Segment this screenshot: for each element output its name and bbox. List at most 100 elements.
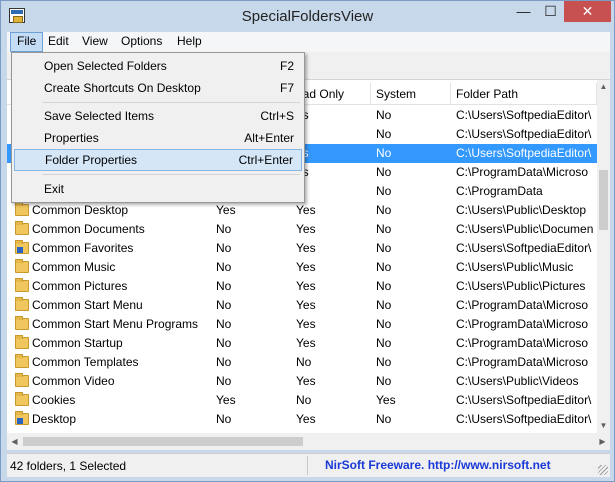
cell-c3: es bbox=[296, 163, 371, 182]
menu-help[interactable]: Help bbox=[171, 32, 208, 52]
vertical-scrollbar[interactable]: ▲ ▼ bbox=[597, 80, 610, 433]
cell-c4: No bbox=[376, 298, 392, 312]
cell-c4: No bbox=[376, 412, 392, 426]
cell-name: Common Startup bbox=[32, 336, 123, 350]
minimize-button[interactable]: — bbox=[510, 1, 537, 22]
table-row[interactable]: Common Start Menu Programs No Yes No C:\Prog… bbox=[7, 315, 597, 334]
cell-c4: No bbox=[376, 127, 392, 141]
scroll-left-icon[interactable]: ◀ bbox=[7, 433, 22, 450]
menu-item-shortcut: F2 bbox=[279, 59, 294, 73]
menu-folder-properties[interactable]: Folder Properties Ctrl+Enter bbox=[14, 149, 302, 171]
folder-icon bbox=[15, 316, 29, 330]
cell-c3: Yes bbox=[296, 317, 316, 331]
folder-icon bbox=[15, 411, 29, 425]
scroll-down-icon[interactable]: ▼ bbox=[597, 419, 610, 433]
menu-item-shortcut: Ctrl+Enter bbox=[238, 153, 293, 167]
column-header-system[interactable]: System bbox=[371, 83, 451, 105]
folder-icon bbox=[15, 392, 29, 406]
scroll-right-icon[interactable]: ▶ bbox=[595, 433, 610, 450]
table-row[interactable]: Cookies Yes No Yes C:\Users\SoftpediaEditor\ bbox=[7, 391, 597, 410]
cell-name: Cookies bbox=[32, 393, 76, 407]
status-divider bbox=[307, 456, 308, 475]
cell-path: C:\ProgramData\Microso bbox=[456, 355, 589, 369]
horizontal-scrollbar[interactable]: ◀ ▶ bbox=[7, 433, 610, 450]
cell-c3: o bbox=[296, 125, 371, 144]
menu-options[interactable]: Options bbox=[115, 32, 168, 52]
cell-name: Desktop bbox=[32, 412, 77, 426]
table-row[interactable]: Common Documents No Yes No C:\Users\Public\D… bbox=[7, 220, 597, 239]
cell-name: Common Pictures bbox=[32, 279, 128, 293]
cell-path: C:\Users\SoftpediaEditor\ bbox=[456, 393, 592, 407]
cell-path: C:\Users\Public\Music bbox=[456, 260, 574, 274]
cell-path: C:\ProgramData bbox=[456, 184, 543, 198]
cell-c3: No bbox=[296, 393, 312, 407]
vertical-scroll-thumb[interactable] bbox=[599, 170, 608, 230]
title-bar[interactable]: SpecialFoldersView — ☐ ✕ bbox=[1, 1, 614, 31]
menu-create-shortcuts[interactable]: Create Shortcuts On Desktop F7 bbox=[14, 77, 302, 99]
cell-c2: Yes bbox=[216, 393, 236, 407]
cell-c2: No bbox=[216, 412, 232, 426]
table-row[interactable]: Common Startup No Yes No C:\ProgramData\Micr… bbox=[7, 334, 597, 353]
menu-properties[interactable]: Properties Alt+Enter bbox=[14, 127, 302, 149]
folder-icon bbox=[15, 373, 29, 387]
cell-c2: No bbox=[216, 260, 232, 274]
menu-bar: File Edit View Options Help bbox=[7, 32, 610, 52]
cell-path: C:\Users\SoftpediaEditor\ bbox=[456, 412, 592, 426]
close-button[interactable]: ✕ bbox=[564, 1, 611, 22]
table-row[interactable]: Common Favorites No Yes No C:\Users\Softpedi… bbox=[7, 239, 597, 258]
folder-icon bbox=[15, 297, 29, 311]
column-header-folder-path[interactable]: Folder Path bbox=[451, 83, 597, 105]
menu-open-selected-folders[interactable]: Open Selected Folders F2 bbox=[14, 55, 302, 77]
cell-c2: No bbox=[216, 298, 232, 312]
table-row[interactable]: Common Pictures No Yes No C:\Users\Public\Pi… bbox=[7, 277, 597, 296]
nirsoft-link[interactable]: NirSoft Freeware. http://www.nirsoft.net bbox=[325, 458, 551, 472]
cell-c3: Yes bbox=[296, 298, 316, 312]
menu-item-label: Exit bbox=[44, 182, 65, 196]
scroll-up-icon[interactable]: ▲ bbox=[597, 80, 610, 94]
table-row[interactable]: Desktop No Yes No C:\Users\SoftpediaEditor\ bbox=[7, 410, 597, 429]
menu-edit[interactable]: Edit bbox=[42, 32, 75, 52]
cell-c4: No bbox=[376, 336, 392, 350]
cell-name: Common Start Menu bbox=[32, 298, 143, 312]
cell-c3: Yes bbox=[296, 412, 316, 426]
status-bar: 42 folders, 1 Selected NirSoft Freeware.… bbox=[7, 453, 610, 477]
cell-path: C:\Users\SoftpediaEditor\ bbox=[456, 108, 592, 122]
table-row[interactable]: Common Music No Yes No C:\Users\Public\Music bbox=[7, 258, 597, 277]
menu-exit[interactable]: Exit bbox=[14, 178, 302, 200]
table-row[interactable]: Common Start Menu No Yes No C:\ProgramData\M… bbox=[7, 296, 597, 315]
maximize-button[interactable]: ☐ bbox=[537, 1, 564, 22]
file-menu-dropdown: Open Selected Folders F2 Create Shortcut… bbox=[11, 52, 305, 203]
cell-path: C:\Users\SoftpediaEditor\ bbox=[456, 146, 592, 160]
cell-name: Common Desktop bbox=[32, 203, 129, 217]
menu-save-selected-items[interactable]: Save Selected Items Ctrl+S bbox=[14, 105, 302, 127]
menu-item-shortcut: F7 bbox=[279, 81, 294, 95]
horizontal-scroll-thumb[interactable] bbox=[23, 437, 303, 446]
app-window: SpecialFoldersView — ☐ ✕ File Edit View … bbox=[0, 0, 615, 482]
resize-grip-icon[interactable] bbox=[598, 465, 608, 475]
menu-item-label: Save Selected Items bbox=[44, 109, 155, 123]
cell-path: C:\ProgramData\Microso bbox=[456, 165, 589, 179]
cell-c4: No bbox=[376, 146, 392, 160]
menu-item-label: Properties bbox=[44, 131, 99, 145]
cell-c3: Yes bbox=[296, 222, 316, 236]
table-row[interactable]: Common Desktop Yes Yes No C:\Users\Public\De… bbox=[7, 201, 597, 220]
cell-path: C:\ProgramData\Microso bbox=[456, 317, 589, 331]
table-row[interactable]: Common Video No Yes No C:\Users\Public\Video… bbox=[7, 372, 597, 391]
cell-c3: Yes bbox=[296, 241, 316, 255]
cell-c2: No bbox=[216, 336, 232, 350]
cell-c4: No bbox=[376, 203, 392, 217]
menu-view[interactable]: View bbox=[76, 32, 114, 52]
menu-item-label: Folder Properties bbox=[45, 153, 138, 167]
cell-c3: Yes bbox=[296, 336, 316, 350]
cell-c4: No bbox=[376, 279, 392, 293]
cell-c2: Yes bbox=[216, 203, 236, 217]
cell-name: Common Music bbox=[32, 260, 116, 274]
cell-c4: No bbox=[376, 260, 392, 274]
menu-separator bbox=[42, 102, 300, 103]
cell-c4: Yes bbox=[376, 393, 396, 407]
menu-file[interactable]: File bbox=[10, 32, 44, 52]
cell-c4: No bbox=[376, 241, 392, 255]
table-row[interactable]: Common Templates No No No C:\ProgramData\Mic… bbox=[7, 353, 597, 372]
cell-c2: No bbox=[216, 317, 232, 331]
cell-name: Common Documents bbox=[32, 222, 145, 236]
